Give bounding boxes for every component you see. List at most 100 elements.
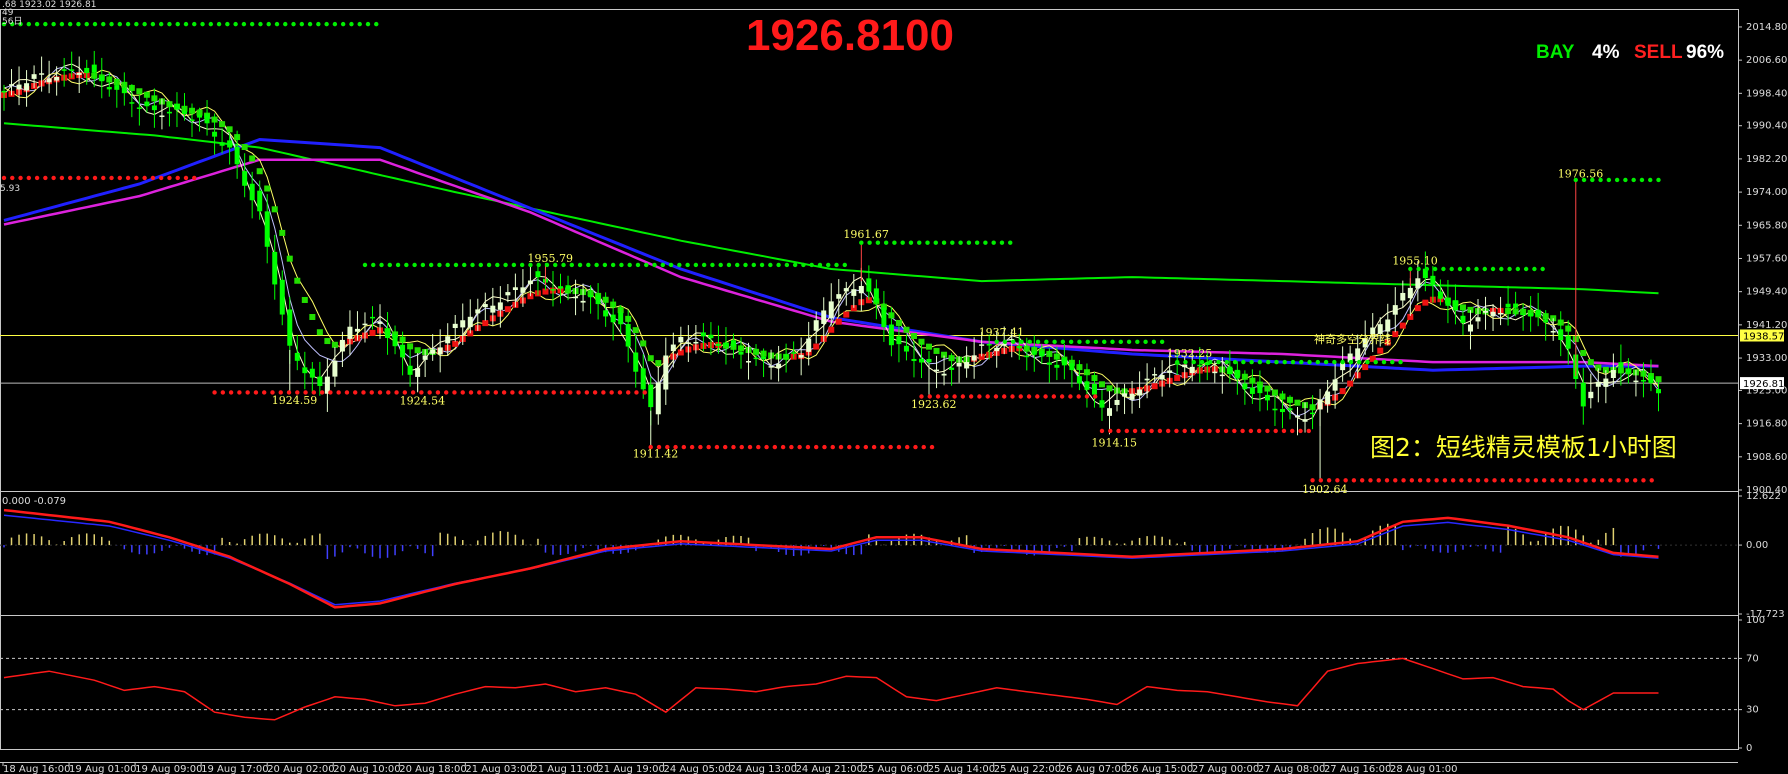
price-annotation: 1976.56: [1558, 168, 1604, 181]
candle-body: [1437, 291, 1443, 299]
price-tick-label: 1990.40: [1746, 121, 1787, 132]
dot-line-point: [1356, 359, 1362, 365]
dot-line-point: [379, 262, 384, 268]
price-annotation: 1932.25: [1167, 347, 1213, 360]
candle-body: [151, 105, 157, 111]
dot-line-point: [1401, 478, 1406, 483]
dot-line-point: [34, 21, 40, 27]
candle-body: [527, 280, 533, 285]
dot-line-point: [826, 262, 831, 268]
candle-body: [1129, 393, 1135, 400]
dot-line-point: [1026, 394, 1032, 399]
dot-line-point: [117, 21, 123, 27]
candle-body: [678, 336, 684, 343]
candle-body: [1295, 415, 1301, 418]
dot-line-point: [1474, 266, 1479, 272]
candle-body: [761, 356, 767, 360]
dot-line-point: [1340, 359, 1345, 365]
divider-price-box-label: 1938.57: [1743, 332, 1784, 343]
dot-line-point: [1335, 478, 1340, 483]
price-annotation: 1955.10: [1392, 255, 1438, 268]
dot-line-point: [1118, 339, 1123, 345]
candle-body: [204, 114, 210, 124]
candle-body: [1528, 313, 1534, 317]
dot-line-point: [1648, 177, 1653, 183]
dot-line-point: [867, 240, 872, 245]
dot-line-point: [1475, 478, 1481, 483]
dot-line-point: [1656, 177, 1661, 183]
dot-line-point: [237, 390, 242, 395]
dot-line-point: [253, 390, 259, 395]
chart-canvas[interactable]: 1955.79 1924.59 1924.54 1961.67 1911.42 1937.…: [0, 0, 1788, 774]
dot-line-point: [1306, 428, 1311, 434]
ladder-block: [241, 143, 248, 150]
chart-caption: 图2：短线精灵模板1小时图: [1370, 433, 1677, 462]
candle-body: [197, 115, 203, 118]
dot-line-point: [59, 175, 65, 181]
candle-body: [1452, 300, 1458, 311]
dot-line-point: [913, 444, 918, 450]
dot-line-point: [1223, 428, 1229, 434]
dot-line-point: [1376, 478, 1381, 483]
candle-body: [377, 321, 383, 324]
dot-line-point: [150, 21, 156, 27]
ladder-block: [482, 320, 489, 327]
dot-line-point: [726, 262, 732, 268]
chart-window: 1955.79 1924.59 1924.54 1961.67 1911.42 1937.…: [0, 0, 1788, 774]
dot-line-point: [1116, 428, 1121, 434]
dot-line-point: [1199, 428, 1204, 434]
candle-body: [1483, 310, 1489, 313]
time-tick-label: 20 Aug 18:00: [399, 764, 466, 774]
buy-label: BAY: [1536, 42, 1575, 63]
dot-line-point: [1240, 428, 1245, 434]
time-tick-label: 28 Aug 01:00: [1390, 764, 1457, 774]
dot-line-point: [805, 444, 811, 450]
candle-body: [565, 285, 571, 289]
dot-line-point: [1099, 428, 1105, 434]
candle-body: [828, 301, 834, 319]
dot-line-point: [1248, 428, 1254, 434]
dot-line-point: [1315, 359, 1321, 365]
dot-line-point: [1084, 394, 1090, 399]
dot-line-point: [258, 21, 263, 27]
dot-line-point: [1606, 177, 1612, 183]
dot-line-point: [718, 262, 723, 268]
time-tick-label: 27 Aug 00:00: [1192, 764, 1259, 774]
dot-line-point: [1307, 359, 1312, 365]
ladder-block: [640, 340, 647, 347]
dot-line-point: [1191, 359, 1196, 365]
candle-body: [1137, 389, 1143, 396]
candle-body: [670, 344, 676, 352]
dot-line-point: [993, 394, 999, 399]
candle-body: [69, 69, 75, 71]
sell-percent: 96%: [1686, 42, 1724, 63]
rsi-tick-label: 70: [1746, 653, 1759, 664]
dot-line-point: [1466, 266, 1471, 272]
dot-line-point: [1060, 339, 1066, 345]
dot-line-point: [817, 262, 823, 268]
dot-line-point: [1059, 394, 1065, 399]
dot-line-point: [747, 444, 753, 450]
dot-line-point: [1124, 428, 1129, 434]
dot-line-point: [76, 175, 81, 181]
dot-line-point: [1085, 339, 1090, 345]
divider-line-label: 神奇多空分界线: [1314, 332, 1391, 346]
ladder-block: [249, 155, 256, 162]
dot-line-point: [377, 390, 383, 395]
ladder-block: [136, 88, 143, 95]
candle-body: [1475, 317, 1481, 322]
dot-line-point: [1599, 478, 1605, 483]
candle-body: [873, 288, 879, 303]
dot-line-point: [797, 444, 802, 450]
ladder-block: [1098, 381, 1105, 388]
dot-line-point: [76, 21, 81, 27]
dot-line-point: [642, 390, 647, 395]
candle-body: [114, 85, 120, 90]
dot-line-point: [477, 390, 482, 395]
thin-ma-line-1: [3, 63, 1659, 422]
dot-line-point: [1457, 266, 1463, 272]
dot-line-point: [1393, 478, 1398, 483]
dot-line-point: [1, 175, 7, 181]
dot-line-point: [1199, 359, 1205, 365]
dot-line-point: [960, 394, 966, 399]
